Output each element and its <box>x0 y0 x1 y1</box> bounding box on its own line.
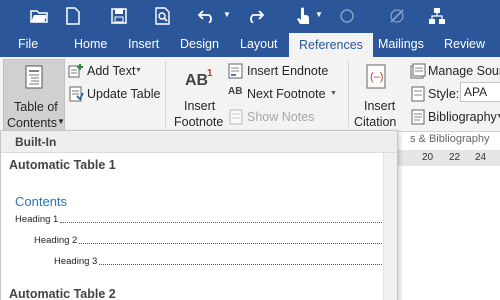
tab-home[interactable]: Home <box>74 32 107 57</box>
insert-footnote-label-line2: Footnote <box>174 115 224 129</box>
gallery-scrollbar[interactable] <box>383 153 397 300</box>
bibliography-icon <box>410 109 426 125</box>
style-icon <box>410 86 426 102</box>
horizontal-ruler: 20 22 24 <box>398 150 500 166</box>
add-text-dropdown-icon[interactable]: ▼ <box>135 67 142 74</box>
references-ribbon: Table of Contents ▼ Add Text ▼ Update Ta… <box>0 57 500 132</box>
tab-review[interactable]: Review <box>444 32 485 57</box>
tab-mailings[interactable]: Mailings <box>378 32 424 57</box>
ruler-number: 24 <box>475 152 487 163</box>
gallery-section-header: Built-In <box>1 131 397 153</box>
next-footnote-dropdown-icon[interactable]: ▼ <box>330 90 337 97</box>
tab-layout[interactable]: Layout <box>240 32 278 57</box>
next-footnote-button[interactable]: Next Footnote <box>247 87 326 101</box>
update-table-icon <box>68 86 84 102</box>
show-notes-icon <box>228 109 244 125</box>
toc-preview-entry: Heading 1 1 <box>15 213 389 225</box>
ruler-number: 22 <box>449 152 461 163</box>
org-chart-icon[interactable] <box>424 3 450 29</box>
citation-style-value: APA <box>464 85 488 99</box>
tab-insert[interactable]: Insert <box>128 32 159 57</box>
tab-design[interactable]: Design <box>180 32 219 57</box>
word-window: ▼ ▼ File Home Insert Design Layout Refer… <box>0 0 500 300</box>
circle-icon[interactable] <box>334 3 360 29</box>
tab-file[interactable]: File <box>18 32 38 57</box>
insert-endnote-icon <box>228 63 244 79</box>
toc-entry-leader <box>99 264 382 265</box>
print-preview-icon[interactable] <box>150 3 176 29</box>
redo-icon[interactable] <box>242 3 268 29</box>
toc-preview-entry: Heading 3 1 <box>54 255 389 267</box>
insert-footnote-label-line1: Insert <box>184 99 216 113</box>
toc-preview-entry: Heading 2 1 <box>34 234 389 246</box>
table-of-contents-button[interactable]: Table of Contents ▼ <box>3 59 65 131</box>
automatic-table-2-title: Automatic Table 2 <box>9 287 116 300</box>
toc-entry-label: Heading 3 <box>54 256 98 267</box>
touch-mode-dropdown-icon[interactable]: ▼ <box>315 10 323 19</box>
insert-footnote-button[interactable]: AB 1 Insert Footnote <box>168 59 226 131</box>
insert-endnote-button[interactable]: Insert Endnote <box>247 64 328 78</box>
toc-entry-leader <box>79 243 382 244</box>
footnote-glyph: AB <box>185 72 209 89</box>
toc-dropdown-icon: ▼ <box>57 117 65 126</box>
show-notes-button[interactable]: Show Notes <box>247 110 314 124</box>
touch-mode-icon[interactable] <box>290 3 316 29</box>
insert-citation-label-line2: Citation <box>354 115 397 129</box>
citation-style-select[interactable]: APA <box>460 82 500 102</box>
update-table-button[interactable]: Update Table <box>87 87 160 101</box>
footnote-superscript: 1 <box>207 68 213 79</box>
table-of-contents-gallery: Built-In Automatic Table 1 Contents Head… <box>0 130 398 300</box>
bibliography-button[interactable]: Bibliography <box>428 110 497 124</box>
toc-label-line2: Contents <box>7 116 58 130</box>
toc-entry-leader <box>60 222 382 223</box>
tab-references[interactable]: References <box>289 33 373 57</box>
draw-pen-icon[interactable] <box>384 3 410 29</box>
insert-citation-label-line1: Insert <box>364 99 396 113</box>
add-text-button[interactable]: Add Text <box>87 64 135 78</box>
automatic-table-1-title: Automatic Table 1 <box>9 158 116 172</box>
manage-sources-button[interactable]: Manage Sources <box>428 64 500 78</box>
toc-preview-heading: Contents <box>15 194 68 209</box>
table-of-contents-icon <box>25 65 43 89</box>
group-separator <box>165 61 166 127</box>
built-in-label: Built-In <box>15 135 57 149</box>
manage-sources-icon <box>410 63 426 79</box>
undo-dropdown-icon[interactable]: ▼ <box>223 10 231 19</box>
ruler-number: 20 <box>422 152 434 163</box>
undo-icon[interactable] <box>194 3 220 29</box>
next-footnote-icon: AB <box>228 86 243 97</box>
insert-citation-button[interactable]: (–) Insert Citation <box>350 59 406 131</box>
new-document-icon[interactable] <box>60 3 86 29</box>
bibliography-dropdown-icon[interactable]: ▼ <box>496 113 500 120</box>
toc-entry-label: Heading 1 <box>15 214 59 225</box>
group-separator <box>348 61 349 127</box>
quick-access-toolbar: ▼ ▼ <box>0 0 500 32</box>
toc-entry-label: Heading 2 <box>34 235 78 246</box>
open-folder-icon[interactable] <box>26 3 52 29</box>
style-label: Style: <box>428 87 460 101</box>
svg-text:(–): (–) <box>370 71 383 83</box>
toc-label-line1: Table of <box>14 100 58 114</box>
automatic-table-2-item[interactable]: Automatic Table 2 <box>2 283 382 300</box>
citations-group-label: s & Bibliography <box>410 133 490 145</box>
add-text-icon <box>68 63 84 79</box>
ribbon-tabs: File Home Insert Design Layout Reference… <box>0 32 500 57</box>
save-icon[interactable] <box>106 3 132 29</box>
insert-citation-icon: (–) <box>366 64 386 89</box>
